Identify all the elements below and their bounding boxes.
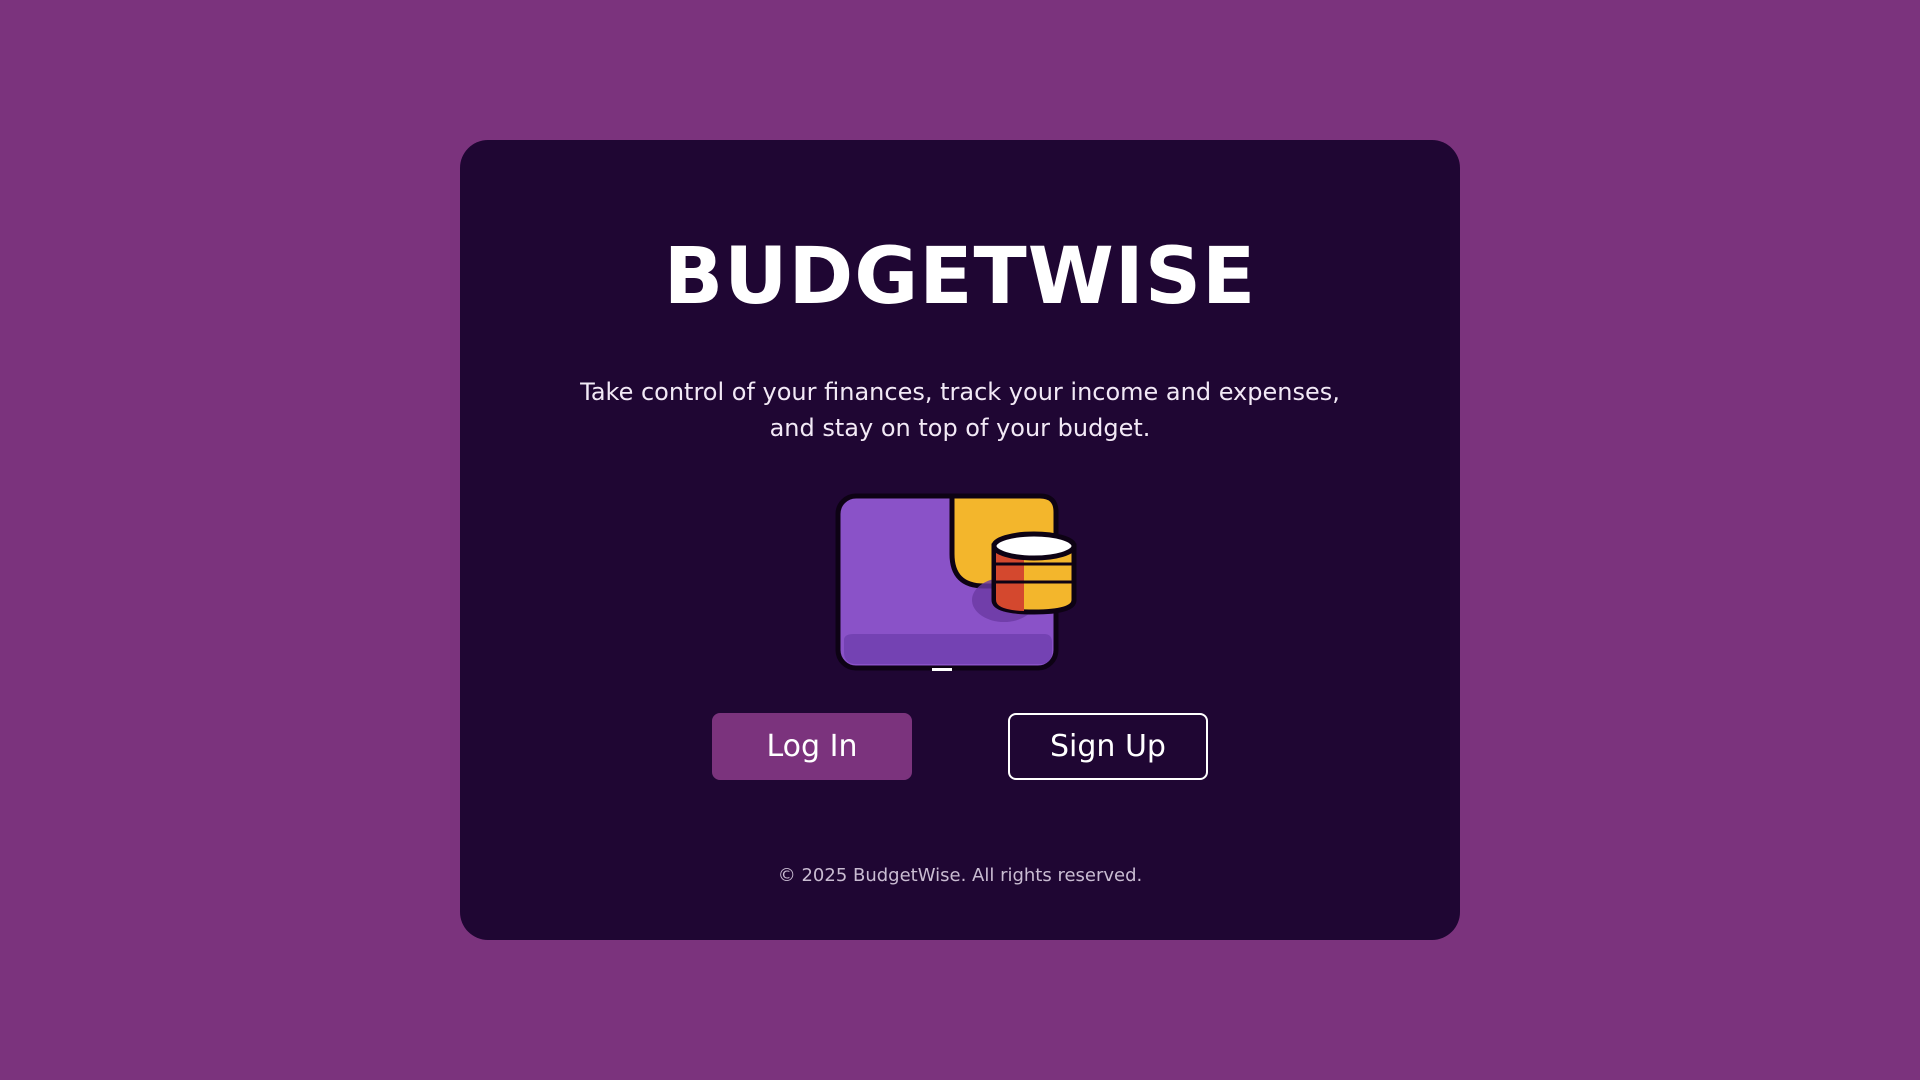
signup-button-label: Sign Up xyxy=(1050,729,1166,764)
tagline: Take control of your finances, track you… xyxy=(0,374,1920,446)
app-title: BUDGETWISE xyxy=(663,232,1257,322)
tagline-line-1: Take control of your finances, track you… xyxy=(580,378,1340,406)
wallet-with-coins-icon xyxy=(834,490,1094,676)
copyright-footer: © 2025 BudgetWise. All rights reserved. xyxy=(777,865,1143,886)
tagline-line-2: and stay on top of your budget. xyxy=(769,414,1151,442)
login-button[interactable]: Log In xyxy=(712,713,912,780)
login-button-label: Log In xyxy=(766,729,858,764)
signup-button[interactable]: Sign Up xyxy=(1008,713,1208,780)
